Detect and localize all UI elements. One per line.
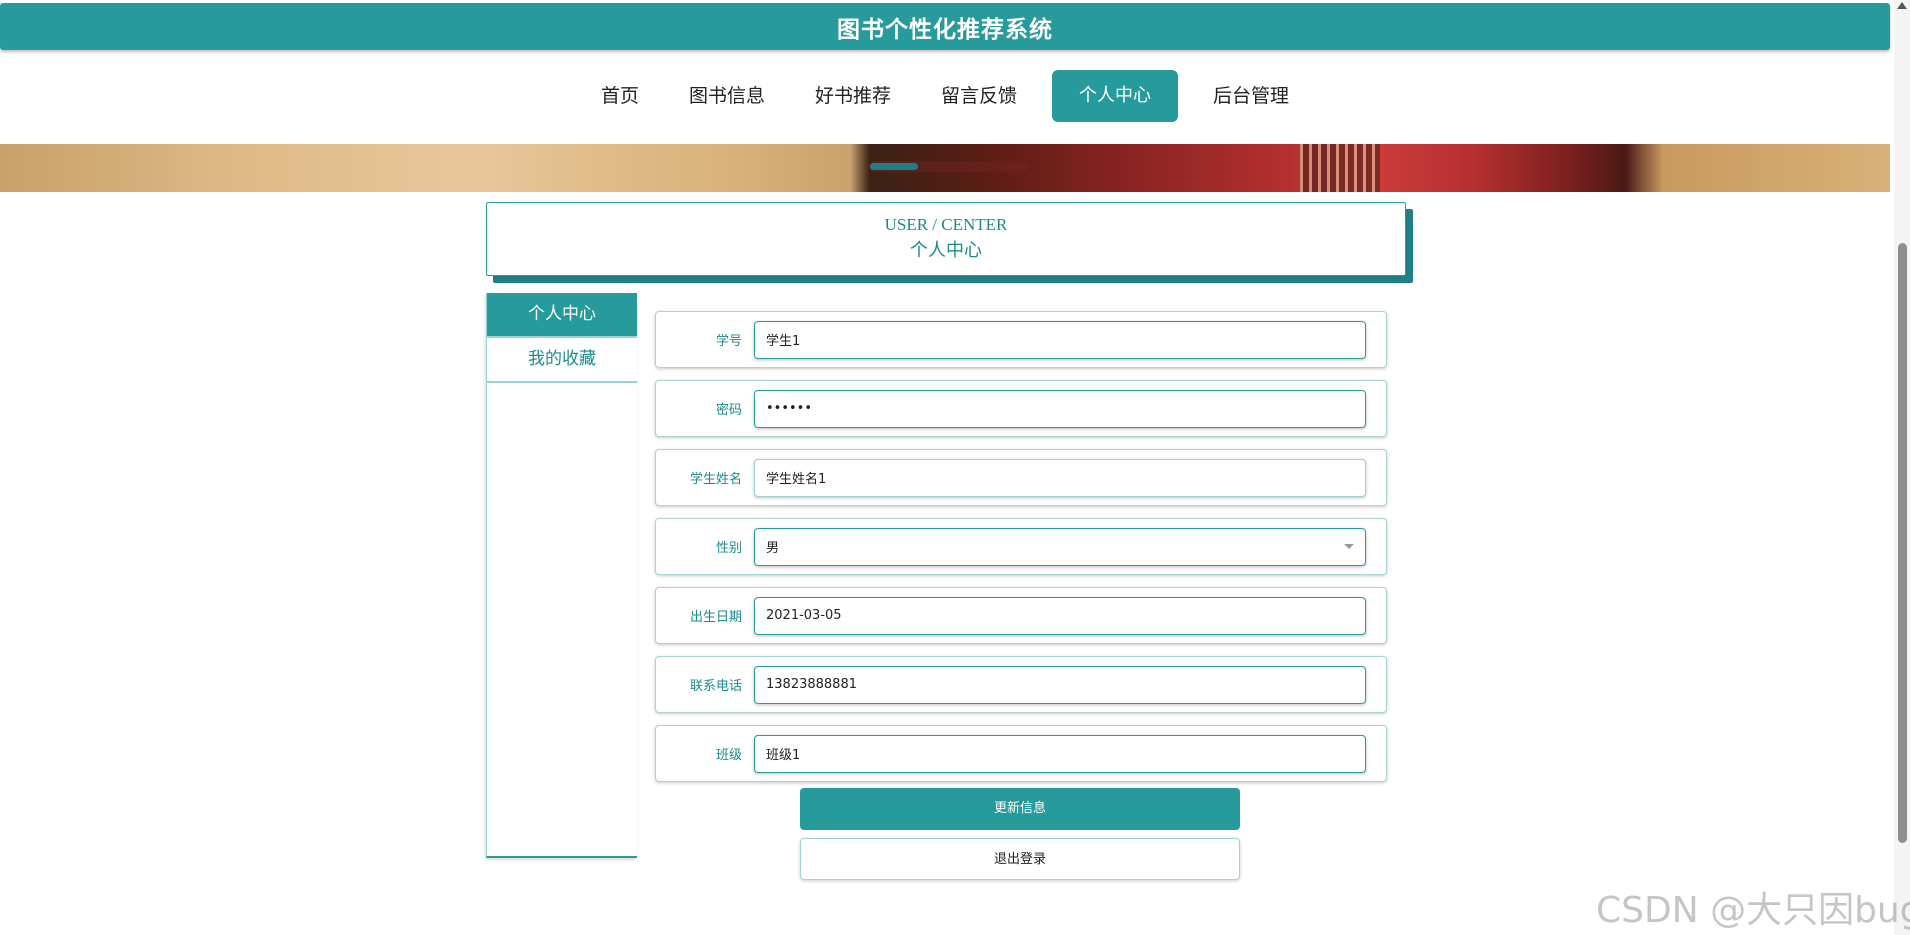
class-label: 班级 bbox=[715, 748, 742, 763]
password-label: 密码 bbox=[715, 403, 742, 418]
birth-date-input[interactable] bbox=[754, 596, 1366, 635]
logout-button[interactable]: 退出登录 bbox=[800, 838, 1240, 880]
sidebar-item-user-center[interactable]: 个人中心 bbox=[487, 293, 637, 338]
main-nav: 首页 图书信息 好书推荐 留言反馈 个人中心 后台管理 bbox=[0, 70, 1890, 122]
student-id-label: 学号 bbox=[715, 334, 742, 349]
nav-feedback[interactable]: 留言反馈 bbox=[926, 70, 1032, 122]
nav-recommendations[interactable]: 好书推荐 bbox=[800, 70, 906, 122]
form-row-phone: 联系电话 bbox=[655, 656, 1387, 713]
user-sidebar: 个人中心 我的收藏 bbox=[486, 293, 637, 858]
chevron-down-icon bbox=[1344, 544, 1354, 549]
form-row-class: 班级 bbox=[655, 725, 1387, 782]
section-header-cn: 个人中心 bbox=[910, 240, 982, 260]
scroll-up-arrow-icon[interactable] bbox=[1897, 2, 1907, 9]
nav-book-info[interactable]: 图书信息 bbox=[674, 70, 780, 122]
nav-user-center[interactable]: 个人中心 bbox=[1052, 70, 1179, 122]
page-scrollbar[interactable] bbox=[1894, 0, 1910, 935]
phone-label: 联系电话 bbox=[689, 679, 742, 694]
form-row-birth-date: 出生日期 bbox=[655, 587, 1387, 644]
form-row-student-id: 学号 bbox=[655, 311, 1387, 368]
section-header-en: USER / CENTER bbox=[884, 215, 1008, 234]
section-header: USER / CENTER 个人中心 bbox=[486, 202, 1406, 276]
gender-label: 性别 bbox=[715, 541, 742, 556]
profile-form: 学号 密码 学生姓名 性别 男 出生日期 联系电话 班级 bbox=[655, 311, 1387, 794]
birth-date-label: 出生日期 bbox=[689, 610, 742, 625]
gender-selected-value: 男 bbox=[766, 541, 780, 556]
form-row-password: 密码 bbox=[655, 380, 1387, 437]
header-bar: 图书个性化推荐系统 bbox=[0, 3, 1890, 50]
student-name-input[interactable] bbox=[754, 458, 1366, 497]
form-row-student-name: 学生姓名 bbox=[655, 449, 1387, 506]
class-input[interactable] bbox=[754, 734, 1366, 773]
student-id-input[interactable] bbox=[754, 320, 1366, 359]
banner-book-spines bbox=[1300, 144, 1380, 192]
banner-carousel bbox=[0, 144, 1890, 192]
site-title: 图书个性化推荐系统 bbox=[837, 16, 1053, 43]
sidebar-item-favorites[interactable]: 我的收藏 bbox=[487, 338, 637, 383]
nav-home[interactable]: 首页 bbox=[586, 70, 654, 122]
form-row-gender: 性别 男 bbox=[655, 518, 1387, 575]
student-name-label: 学生姓名 bbox=[689, 472, 742, 487]
watermark: CSDN @大只因bug bbox=[1596, 890, 1910, 931]
carousel-indicator-active[interactable] bbox=[870, 163, 918, 170]
update-info-button[interactable]: 更新信息 bbox=[800, 788, 1240, 830]
phone-input[interactable] bbox=[754, 665, 1366, 704]
gender-select[interactable]: 男 bbox=[754, 527, 1366, 566]
nav-admin[interactable]: 后台管理 bbox=[1198, 70, 1304, 122]
password-input[interactable] bbox=[754, 389, 1366, 428]
scrollbar-thumb[interactable] bbox=[1898, 243, 1907, 843]
